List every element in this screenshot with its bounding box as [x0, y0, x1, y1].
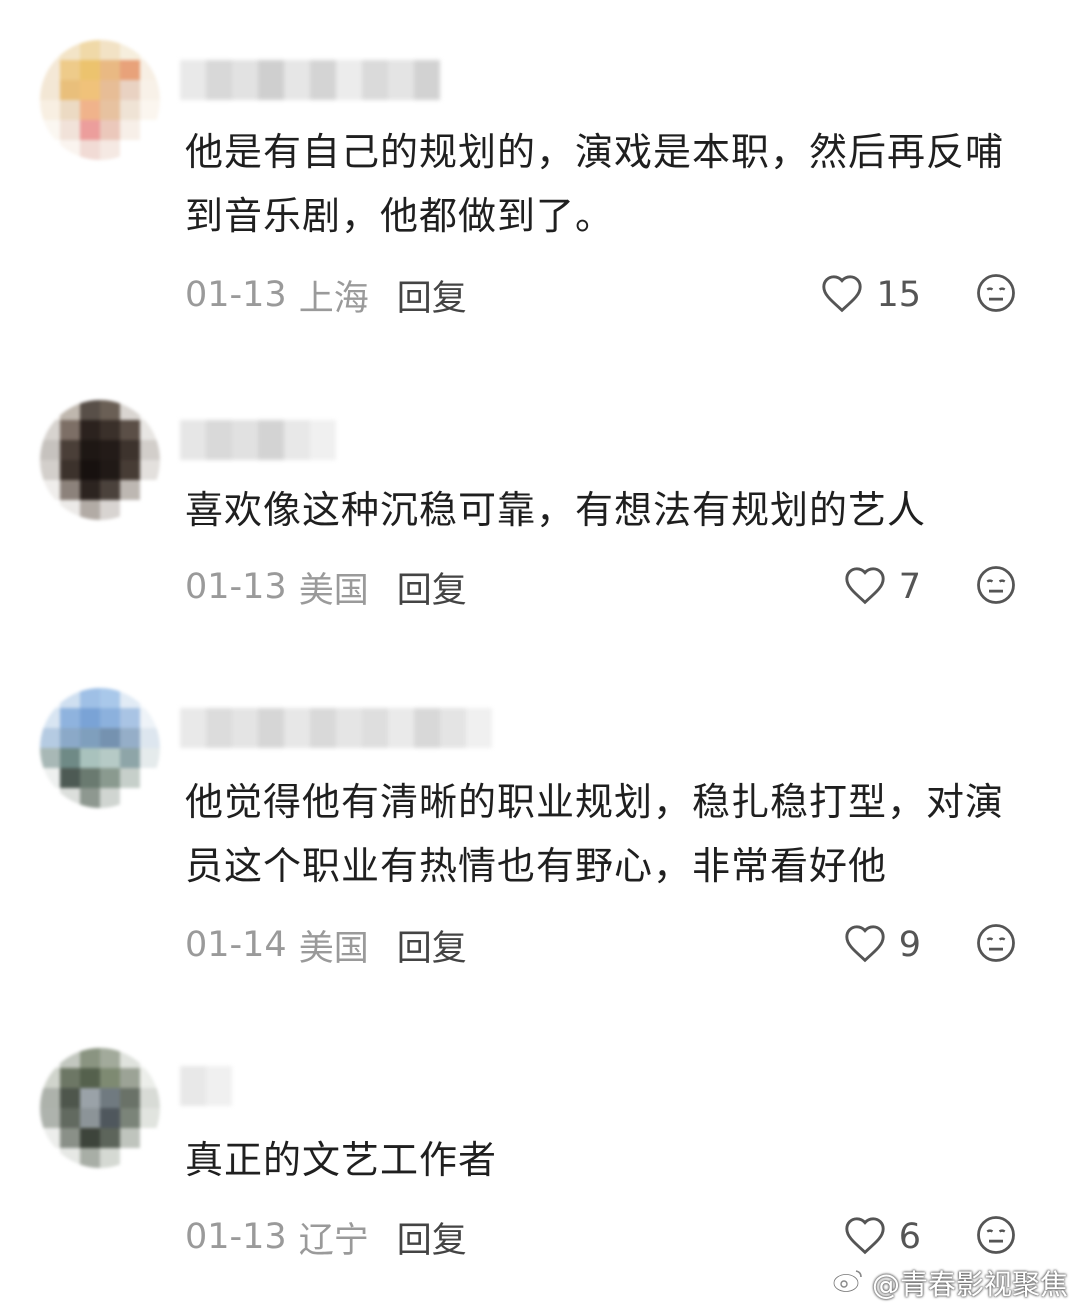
heart-outline-icon — [843, 565, 887, 609]
comment-text: 真正的文艺工作者 — [185, 1138, 498, 1182]
comment-date: 01-13 — [185, 567, 287, 607]
weibo-logo-icon — [832, 1266, 866, 1301]
like-button[interactable]: 9 — [843, 923, 921, 967]
comment-meta: 01-13 辽宁 回复 6 — [185, 1212, 1025, 1262]
comment-location: 美国 — [298, 570, 369, 611]
comment-location: 美国 — [298, 928, 369, 969]
like-button[interactable]: 7 — [843, 565, 921, 609]
avatar[interactable] — [40, 688, 160, 808]
like-count: 7 — [898, 567, 921, 607]
like-button[interactable]: 6 — [843, 1215, 921, 1259]
reply-button[interactable]: 回复 — [397, 920, 467, 971]
neutral-face-icon[interactable] — [975, 922, 1017, 968]
neutral-face-icon[interactable] — [975, 1214, 1017, 1260]
username-blurred[interactable] — [180, 1066, 232, 1106]
watermark: @青春影视聚焦 — [832, 1263, 1068, 1303]
username-blurred[interactable] — [180, 420, 336, 460]
avatar[interactable] — [40, 400, 160, 520]
reply-button[interactable]: 回复 — [397, 562, 467, 613]
like-count: 9 — [898, 925, 921, 965]
like-count: 15 — [876, 275, 921, 315]
heart-outline-icon — [843, 1215, 887, 1259]
neutral-face-icon[interactable] — [975, 564, 1017, 610]
comment-text: 他是有自己的规划的，演戏是本职，然后再反哺到音乐剧，他都做到了。 — [185, 130, 1005, 238]
comment-text: 他觉得他有清晰的职业规划，稳扎稳打型，对演员这个职业有热情也有野心，非常看好他 — [185, 780, 1005, 888]
reply-button[interactable]: 回复 — [397, 270, 467, 321]
comment-meta: 01-13 上海 回复 15 — [185, 270, 1025, 320]
heart-outline-icon — [820, 273, 864, 317]
watermark-text: @青春影视聚焦 — [871, 1268, 1068, 1301]
reply-button[interactable]: 回复 — [397, 1212, 467, 1263]
comment-date: 01-13 — [185, 1217, 287, 1257]
comment-location: 上海 — [298, 278, 369, 319]
avatar[interactable] — [40, 1048, 160, 1168]
neutral-face-icon[interactable] — [975, 272, 1017, 318]
comment-date: 01-14 — [185, 925, 287, 965]
like-count: 6 — [898, 1217, 921, 1257]
heart-outline-icon — [843, 923, 887, 967]
like-button[interactable]: 15 — [820, 273, 921, 317]
comment-date: 01-13 — [185, 275, 287, 315]
username-blurred[interactable] — [180, 60, 440, 100]
comment-text: 喜欢像这种沉稳可靠，有想法有规划的艺人 — [185, 488, 927, 532]
comment-meta: 01-13 美国 回复 7 — [185, 562, 1025, 612]
comment-location: 辽宁 — [298, 1220, 369, 1261]
username-blurred[interactable] — [180, 708, 492, 748]
comment-meta: 01-14 美国 回复 9 — [185, 920, 1025, 970]
avatar[interactable] — [40, 40, 160, 160]
